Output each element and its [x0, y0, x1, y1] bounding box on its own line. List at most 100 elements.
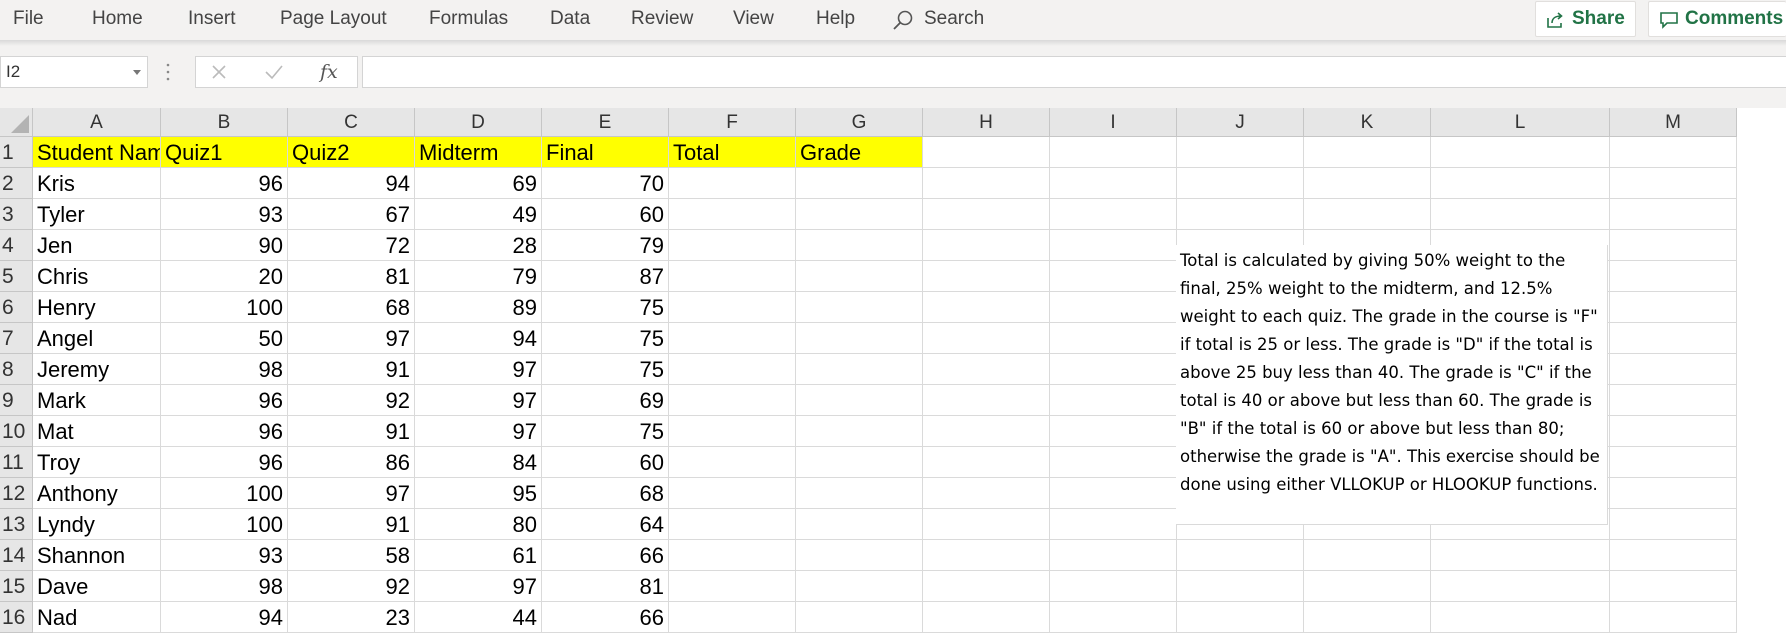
cell-i16[interactable] — [1050, 602, 1177, 633]
cell-m5[interactable] — [1610, 261, 1737, 292]
cell-g4[interactable] — [796, 230, 923, 261]
tab-page-layout[interactable]: Page Layout — [280, 0, 387, 40]
column-header-e[interactable]: E — [542, 108, 669, 137]
cell-j2[interactable] — [1177, 168, 1304, 199]
cell-a4[interactable]: Jen — [33, 230, 161, 261]
cell-c10[interactable]: 91 — [288, 416, 415, 447]
cell-g1[interactable]: Grade — [796, 137, 923, 168]
cell-f13[interactable] — [669, 509, 796, 540]
cell-f7[interactable] — [669, 323, 796, 354]
cell-b14[interactable]: 93 — [161, 540, 288, 571]
cell-b7[interactable]: 50 — [161, 323, 288, 354]
cell-a7[interactable]: Angel — [33, 323, 161, 354]
cell-e5[interactable]: 87 — [542, 261, 669, 292]
instructions-note[interactable]: Total is calculated by giving 50% weight… — [1176, 245, 1608, 525]
cell-a8[interactable]: Jeremy — [33, 354, 161, 385]
cell-a9[interactable]: Mark — [33, 385, 161, 416]
cell-h1[interactable] — [923, 137, 1050, 168]
cell-b1[interactable]: Quiz1 — [161, 137, 288, 168]
cell-k16[interactable] — [1304, 602, 1431, 633]
cell-j15[interactable] — [1177, 571, 1304, 602]
row-header-6[interactable]: 6 — [0, 292, 33, 323]
column-header-f[interactable]: F — [669, 108, 796, 137]
cell-g13[interactable] — [796, 509, 923, 540]
cell-c16[interactable]: 23 — [288, 602, 415, 633]
cell-e8[interactable]: 75 — [542, 354, 669, 385]
cell-d3[interactable]: 49 — [415, 199, 542, 230]
tab-insert[interactable]: Insert — [188, 0, 236, 40]
cell-a3[interactable]: Tyler — [33, 199, 161, 230]
cell-h7[interactable] — [923, 323, 1050, 354]
cell-i7[interactable] — [1050, 323, 1177, 354]
cell-b9[interactable]: 96 — [161, 385, 288, 416]
cell-d13[interactable]: 80 — [415, 509, 542, 540]
column-header-c[interactable]: C — [288, 108, 415, 137]
cell-i15[interactable] — [1050, 571, 1177, 602]
cell-f16[interactable] — [669, 602, 796, 633]
cell-d11[interactable]: 84 — [415, 447, 542, 478]
cell-g7[interactable] — [796, 323, 923, 354]
cell-a11[interactable]: Troy — [33, 447, 161, 478]
cell-m4[interactable] — [1610, 230, 1737, 261]
tab-review[interactable]: Review — [631, 0, 693, 40]
cell-e11[interactable]: 60 — [542, 447, 669, 478]
cell-b10[interactable]: 96 — [161, 416, 288, 447]
cell-m7[interactable] — [1610, 323, 1737, 354]
cell-c3[interactable]: 67 — [288, 199, 415, 230]
cell-d4[interactable]: 28 — [415, 230, 542, 261]
cell-b3[interactable]: 93 — [161, 199, 288, 230]
column-header-i[interactable]: I — [1050, 108, 1177, 137]
cell-g8[interactable] — [796, 354, 923, 385]
cell-b2[interactable]: 96 — [161, 168, 288, 199]
cell-a16[interactable]: Nad — [33, 602, 161, 633]
cell-f6[interactable] — [669, 292, 796, 323]
name-box[interactable]: I2 — [0, 56, 148, 88]
cell-a5[interactable]: Chris — [33, 261, 161, 292]
cell-a1[interactable]: Student Name — [33, 137, 161, 168]
cell-j14[interactable] — [1177, 540, 1304, 571]
cell-j3[interactable] — [1177, 199, 1304, 230]
row-header-15[interactable]: 15 — [0, 571, 33, 602]
row-header-2[interactable]: 2 — [0, 168, 33, 199]
cell-b11[interactable]: 96 — [161, 447, 288, 478]
cell-b12[interactable]: 100 — [161, 478, 288, 509]
cell-f11[interactable] — [669, 447, 796, 478]
cell-b15[interactable]: 98 — [161, 571, 288, 602]
cell-m3[interactable] — [1610, 199, 1737, 230]
cell-c6[interactable]: 68 — [288, 292, 415, 323]
cell-d2[interactable]: 69 — [415, 168, 542, 199]
cell-f10[interactable] — [669, 416, 796, 447]
cell-h6[interactable] — [923, 292, 1050, 323]
grip-icon[interactable] — [166, 62, 170, 82]
cell-d5[interactable]: 79 — [415, 261, 542, 292]
cell-e16[interactable]: 66 — [542, 602, 669, 633]
cell-m11[interactable] — [1610, 447, 1737, 478]
cell-h15[interactable] — [923, 571, 1050, 602]
column-header-k[interactable]: K — [1304, 108, 1431, 137]
cell-d15[interactable]: 97 — [415, 571, 542, 602]
column-header-a[interactable]: A — [33, 108, 161, 137]
cell-b5[interactable]: 20 — [161, 261, 288, 292]
cell-d16[interactable]: 44 — [415, 602, 542, 633]
cell-h13[interactable] — [923, 509, 1050, 540]
cell-j1[interactable] — [1177, 137, 1304, 168]
cell-e9[interactable]: 69 — [542, 385, 669, 416]
row-header-8[interactable]: 8 — [0, 354, 33, 385]
cell-a6[interactable]: Henry — [33, 292, 161, 323]
row-header-1[interactable]: 1 — [0, 137, 33, 168]
cell-e3[interactable]: 60 — [542, 199, 669, 230]
cell-h8[interactable] — [923, 354, 1050, 385]
row-header-3[interactable]: 3 — [0, 199, 33, 230]
cell-f2[interactable] — [669, 168, 796, 199]
cell-b4[interactable]: 90 — [161, 230, 288, 261]
column-header-d[interactable]: D — [415, 108, 542, 137]
cell-c13[interactable]: 91 — [288, 509, 415, 540]
cell-b13[interactable]: 100 — [161, 509, 288, 540]
search-box[interactable]: Search — [892, 0, 1002, 40]
cell-k3[interactable] — [1304, 199, 1431, 230]
cell-l2[interactable] — [1431, 168, 1610, 199]
cell-h5[interactable] — [923, 261, 1050, 292]
row-header-13[interactable]: 13 — [0, 509, 33, 540]
cell-c12[interactable]: 97 — [288, 478, 415, 509]
cell-i8[interactable] — [1050, 354, 1177, 385]
